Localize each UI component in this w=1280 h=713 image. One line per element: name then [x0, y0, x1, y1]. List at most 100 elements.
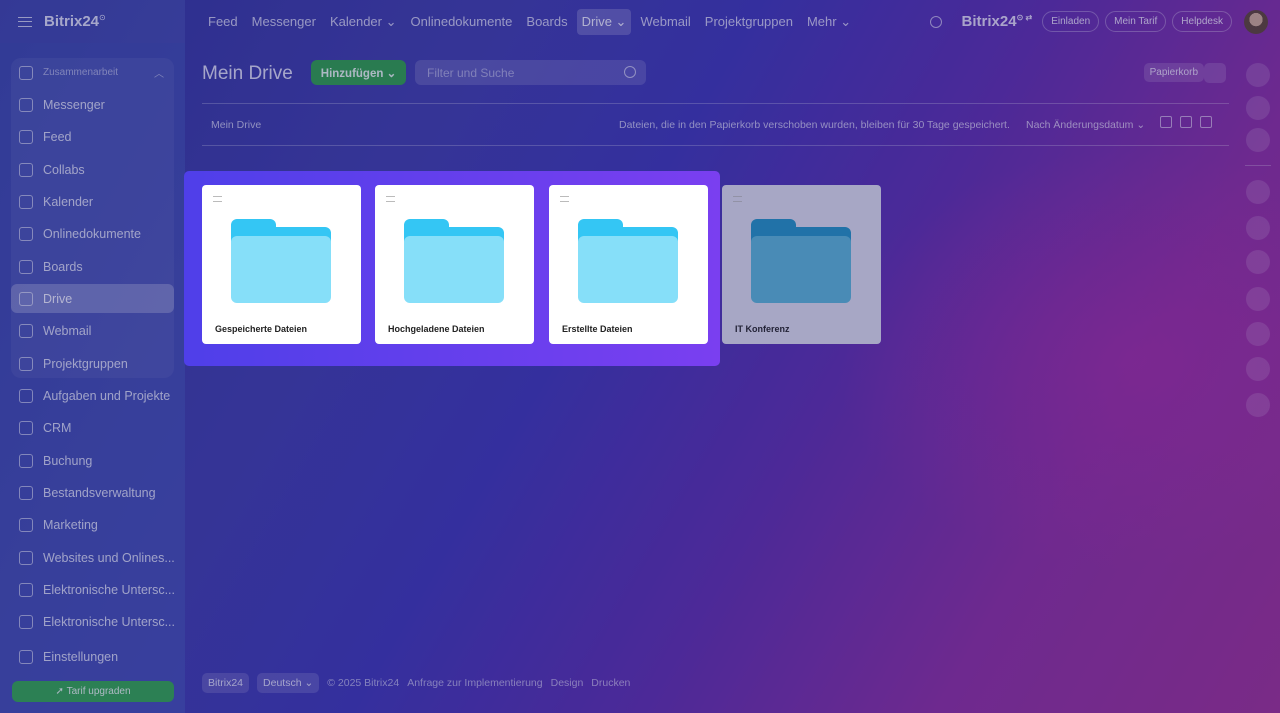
folder-name: IT Konferenz [735, 324, 790, 334]
sidebar-item-webmail[interactable]: Webmail [11, 316, 174, 345]
folder-card[interactable]: IT Konferenz [722, 185, 881, 344]
add-button[interactable]: Hinzufügen ⌄ [311, 60, 406, 85]
nav-messenger[interactable]: Messenger [247, 9, 321, 35]
sidebar-group-header[interactable]: Zusammenarbeit ︿ [11, 58, 174, 87]
language-select[interactable]: Deutsch ⌄ [257, 673, 320, 693]
user-initials-avatar[interactable] [1246, 287, 1270, 311]
footer-link-implementation[interactable]: Anfrage zur Implementierung [407, 677, 542, 689]
footer-link-design[interactable]: Design [551, 677, 584, 689]
sidebar-item-einstellungen[interactable]: Einstellungen [11, 642, 174, 671]
sidebar-item-boards[interactable]: Boards [11, 252, 174, 281]
nav-feed[interactable]: Feed [203, 9, 243, 35]
crm-icon [19, 420, 33, 435]
drag-handle-icon[interactable] [733, 196, 742, 202]
page-title: Mein Drive [202, 63, 293, 84]
sidebar-item-esign-1[interactable]: Elektronische Untersc... [11, 575, 174, 604]
bookmark-icon[interactable] [1246, 216, 1270, 240]
folder-name: Gespeicherte Dateien [215, 324, 308, 334]
drag-handle-icon[interactable] [386, 196, 395, 202]
chat-bubble-icon[interactable] [1246, 180, 1270, 204]
mail-icon [19, 323, 33, 338]
collabs-icon [19, 162, 33, 177]
folder-icon [404, 219, 504, 303]
sort-dropdown[interactable]: Nach Änderungsdatum ⌄ [1026, 119, 1145, 131]
helpdesk-button[interactable]: Helpdesk [1172, 11, 1232, 32]
menu-icon[interactable] [18, 16, 32, 27]
divider [202, 103, 1229, 104]
sidebar-item-esign-2[interactable]: Elektronische Untersc... [11, 607, 174, 636]
board-icon [19, 259, 33, 274]
chevron-up-icon: ︿ [154, 69, 164, 80]
filter-search-input[interactable]: Filter und Suche [415, 60, 646, 85]
bell-icon[interactable] [1246, 63, 1270, 87]
my-plan-button[interactable]: Mein Tarif [1105, 11, 1167, 32]
sidebar: Zusammenarbeit ︿ Messenger Feed Collabs K… [0, 43, 185, 713]
breadcrumb[interactable]: Mein Drive [211, 119, 261, 131]
trash-button[interactable]: Papierkorb [1143, 63, 1204, 82]
folder-card[interactable]: Hochgeladene Dateien [375, 185, 534, 344]
booking-icon [19, 453, 33, 468]
folder-card[interactable]: Gespeicherte Dateien [202, 185, 361, 344]
contact-avatar[interactable] [1246, 357, 1270, 381]
rocket-icon: ➚ [55, 686, 67, 697]
user-avatar[interactable] [1244, 9, 1268, 34]
footer-link-print[interactable]: Drucken [591, 677, 630, 689]
brand-logo-right[interactable]: Bitrix24⊙ ⇄ [962, 13, 1033, 30]
sidebar-item-kalender[interactable]: Kalender [11, 187, 174, 216]
nav-onlinedokumente[interactable]: Onlinedokumente [406, 9, 518, 35]
view-switcher [1160, 116, 1212, 128]
sidebar-item-websites[interactable]: Websites und Onlines... [11, 543, 174, 572]
tile-view-icon[interactable] [1200, 116, 1212, 128]
search-chat-icon[interactable] [1246, 128, 1270, 152]
search-icon[interactable] [929, 15, 942, 28]
nav-webmail[interactable]: Webmail [635, 9, 695, 35]
trash-info-text: Dateien, die in den Papierkorb verschobe… [619, 119, 1010, 131]
footer: Bitrix24 Deutsch ⌄ © 2025 Bitrix24 Anfra… [202, 673, 630, 693]
nav-kalender[interactable]: Kalender ⌄ [325, 9, 402, 35]
gear-icon[interactable] [1204, 63, 1226, 83]
invite-button[interactable]: Einladen [1042, 11, 1100, 32]
sidebar-item-projektgruppen[interactable]: Projektgruppen [11, 349, 174, 378]
nav-drive[interactable]: Drive ⌄ [576, 8, 632, 35]
main-content: Mein Drive Hinzufügen ⌄ Filter und Suche… [185, 43, 1235, 713]
copyright-text: © 2025 Bitrix24 [327, 677, 400, 689]
sidebar-item-onlinedokumente[interactable]: Onlinedokumente [11, 219, 174, 248]
drag-handle-icon[interactable] [213, 196, 222, 202]
grid-view-icon[interactable] [1180, 116, 1192, 128]
channel-icon[interactable] [1246, 250, 1270, 274]
list-view-icon[interactable] [1160, 116, 1172, 128]
nav-projektgruppen[interactable]: Projektgruppen [700, 9, 798, 35]
sidebar-item-collabs[interactable]: Collabs [11, 155, 174, 184]
sidebar-item-marketing[interactable]: Marketing [11, 510, 174, 539]
top-right: Bitrix24⊙ ⇄ Einladen Mein Tarif Helpdesk [929, 0, 1280, 43]
sidebar-item-buchung[interactable]: Buchung [11, 446, 174, 475]
fingerprint-icon[interactable] [1246, 96, 1270, 120]
footer-brand[interactable]: Bitrix24 [202, 673, 250, 693]
contact-avatar[interactable] [1246, 393, 1270, 417]
sidebar-item-crm[interactable]: CRM [11, 413, 174, 442]
signature-icon [19, 614, 33, 629]
drag-handle-icon[interactable] [560, 196, 569, 202]
sidebar-item-bestandsverwaltung[interactable]: Bestandsverwaltung [11, 478, 174, 507]
nav-boards[interactable]: Boards [521, 9, 572, 35]
divider [202, 145, 1229, 146]
upgrade-button[interactable]: ➚ Tarif upgraden [12, 681, 174, 702]
sidebar-item-drive[interactable]: Drive [11, 284, 174, 313]
folder-icon [578, 219, 678, 303]
contact-avatar[interactable] [1246, 322, 1270, 346]
brand-logo[interactable]: Bitrix24⊙ [44, 13, 106, 30]
feed-icon [19, 129, 33, 144]
nav-mehr[interactable]: Mehr ⌄ [802, 9, 856, 35]
document-icon [19, 226, 33, 241]
cart-icon [19, 550, 33, 565]
group-icon [19, 356, 33, 371]
logo-area: Bitrix24⊙ [0, 0, 185, 43]
settings-icon [19, 649, 33, 664]
sidebar-item-feed[interactable]: Feed [11, 122, 174, 151]
esign-document-icon [19, 582, 33, 597]
top-nav: Feed Messenger Kalender ⌄ Onlinedokument… [203, 8, 856, 35]
folder-card[interactable]: Erstellte Dateien [549, 185, 708, 344]
sidebar-item-messenger[interactable]: Messenger [11, 90, 174, 119]
sidebar-item-aufgaben[interactable]: Aufgaben und Projekte [11, 381, 174, 410]
top-bar: Bitrix24⊙ Feed Messenger Kalender ⌄ Onli… [0, 0, 1280, 43]
